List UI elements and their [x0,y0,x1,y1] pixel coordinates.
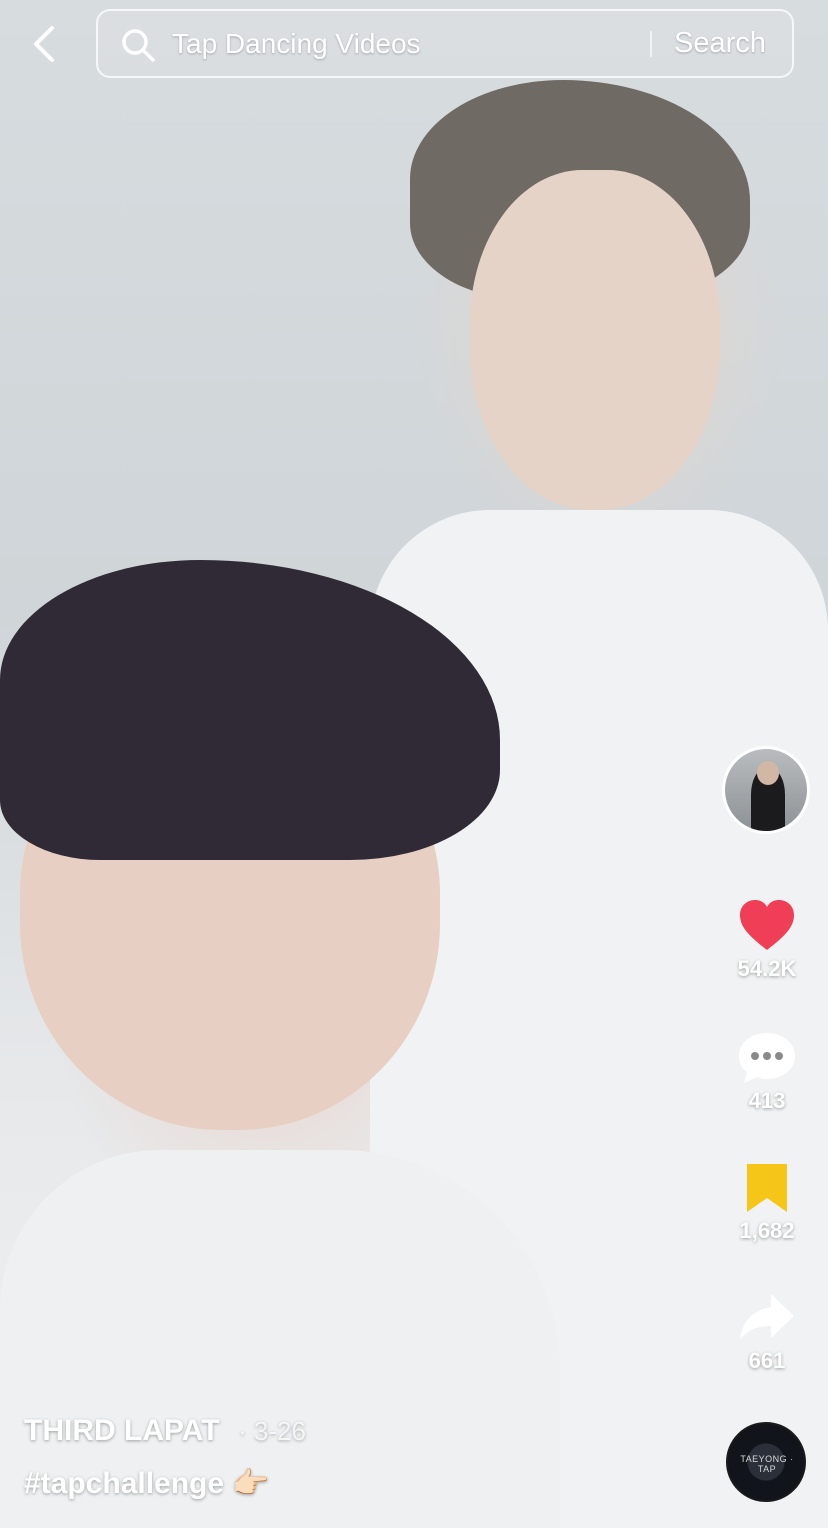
video-frame-person-background-face [470,170,720,510]
save-count: 1,682 [739,1218,795,1243]
comment-icon [739,1033,795,1083]
top-bar: Tap Dancing Videos Search [0,0,828,92]
music-disc-label: TAEYONG · TAP [740,1454,794,1474]
post-date: · 3-26 [237,1416,306,1446]
search-divider [650,31,652,57]
share-button[interactable]: 661 [720,1290,814,1374]
save-button[interactable]: 1,682 [720,1160,814,1244]
author-name[interactable]: THIRD LAPAT [24,1414,220,1447]
back-button[interactable] [24,22,64,66]
bookmark-icon [747,1164,787,1212]
comment-count: 413 [748,1088,786,1113]
share-icon [740,1294,794,1340]
comment-button[interactable]: 413 [720,1030,814,1114]
creator-avatar[interactable] [722,746,810,834]
search-input[interactable]: Tap Dancing Videos [172,11,421,76]
heart-icon [740,900,794,950]
music-disc[interactable]: TAEYONG · TAP [726,1422,806,1502]
search-bar[interactable]: Tap Dancing Videos Search [96,9,794,78]
video-player[interactable] [0,0,828,1528]
like-button[interactable]: 54.2K [720,898,814,982]
video-caption: THIRD LAPAT · 3-26 #tapchallenge 👉🏻 [24,1414,624,1501]
search-icon [122,29,155,62]
avatar-head [757,761,779,785]
like-count: 54.2K [737,956,797,981]
back-arrow-icon [34,26,54,62]
share-count: 661 [748,1348,786,1373]
search-button[interactable]: Search [674,11,766,76]
caption-text[interactable]: #tapchallenge 👉🏻 [24,1466,624,1501]
